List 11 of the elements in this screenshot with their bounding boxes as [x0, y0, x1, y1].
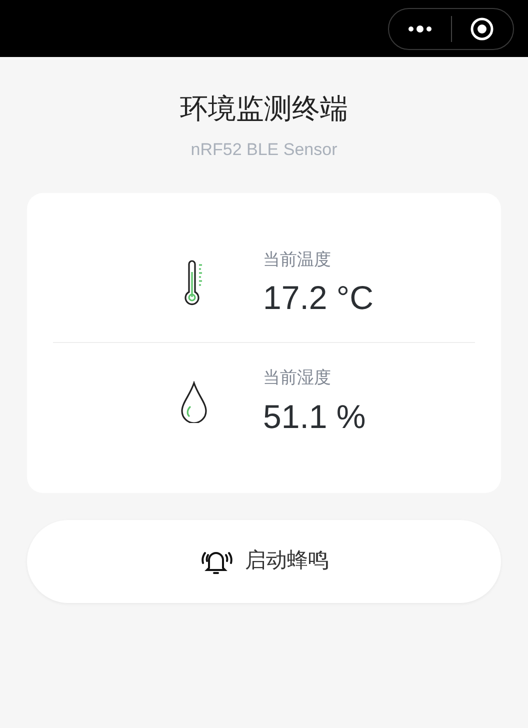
- metric-value: 51.1 %: [263, 396, 366, 436]
- metric-label: 当前温度: [263, 248, 332, 270]
- metric-label: 当前湿度: [263, 367, 332, 389]
- buzzer-button[interactable]: 启动蜂鸣: [27, 520, 501, 602]
- thermometer-icon: [183, 260, 205, 306]
- page-subtitle: nRF52 BLE Sensor: [190, 139, 338, 161]
- metric-value: 17.2 °C: [263, 278, 374, 318]
- more-icon: [406, 24, 433, 32]
- water-drop-icon: [180, 380, 208, 423]
- page-title: 环境监测终端: [179, 92, 349, 126]
- target-icon: [470, 16, 494, 40]
